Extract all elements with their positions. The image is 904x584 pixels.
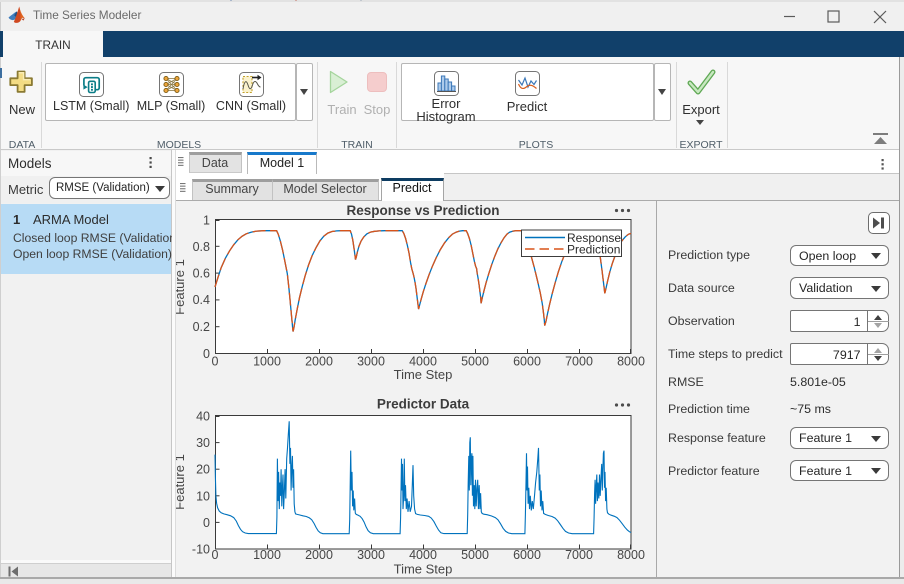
svg-text:-10: -10	[192, 542, 210, 556]
svg-text:7000: 7000	[565, 354, 593, 368]
svg-text:0: 0	[212, 547, 219, 561]
svg-text:Response vs Prediction: Response vs Prediction	[346, 203, 499, 218]
svg-text:Feature 1: Feature 1	[176, 259, 187, 315]
svg-text:0: 0	[212, 354, 219, 368]
svg-text:0: 0	[203, 515, 210, 529]
svg-text:3000: 3000	[357, 354, 385, 368]
svg-text:8000: 8000	[617, 354, 645, 368]
svg-text:2000: 2000	[305, 354, 333, 368]
svg-text:0.6: 0.6	[193, 266, 210, 280]
svg-text:Time Step: Time Step	[394, 367, 453, 382]
svg-text:Prediction: Prediction	[567, 242, 620, 256]
svg-text:3000: 3000	[357, 547, 385, 561]
svg-text:0.8: 0.8	[193, 240, 210, 254]
svg-text:5000: 5000	[461, 354, 489, 368]
svg-text:6000: 6000	[513, 547, 541, 561]
svg-text:4000: 4000	[409, 547, 437, 561]
svg-text:0: 0	[203, 347, 210, 361]
svg-text:1: 1	[203, 213, 210, 227]
svg-text:40: 40	[196, 409, 210, 423]
svg-text:2000: 2000	[305, 547, 333, 561]
svg-text:10: 10	[196, 489, 210, 503]
svg-text:20: 20	[196, 462, 210, 476]
svg-text:6000: 6000	[513, 354, 541, 368]
svg-text:1000: 1000	[253, 354, 281, 368]
svg-text:0.2: 0.2	[193, 320, 210, 334]
svg-text:Predictor Data: Predictor Data	[377, 396, 470, 411]
svg-text:Time Step: Time Step	[394, 561, 453, 576]
svg-text:1000: 1000	[253, 547, 281, 561]
svg-text:5000: 5000	[461, 547, 489, 561]
svg-text:Feature 1: Feature 1	[176, 454, 187, 510]
svg-text:30: 30	[196, 436, 210, 450]
svg-text:0.4: 0.4	[193, 293, 210, 307]
svg-text:7000: 7000	[565, 547, 593, 561]
svg-text:8000: 8000	[617, 547, 645, 561]
